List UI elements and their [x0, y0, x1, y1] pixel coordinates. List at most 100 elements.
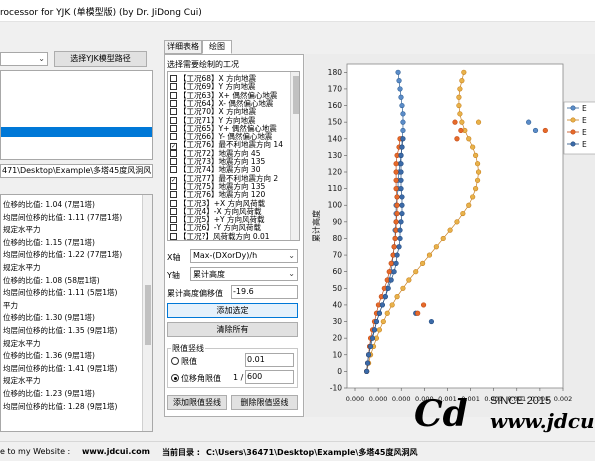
- drift-radio[interactable]: 位移角限值: [171, 373, 221, 384]
- data-point: [399, 202, 405, 208]
- offset-input[interactable]: -19.6: [231, 285, 298, 299]
- data-point: [373, 318, 380, 325]
- checkbox-icon[interactable]: [170, 75, 177, 82]
- data-point: [393, 260, 399, 266]
- checkbox-icon[interactable]: [170, 108, 177, 116]
- data-point: [413, 269, 419, 275]
- checkbox-icon[interactable]: [170, 116, 177, 124]
- selected-list-item[interactable]: [1, 127, 152, 137]
- y-tick-label: 90: [332, 217, 342, 226]
- legend-swatch-marker: [570, 105, 576, 111]
- checkbox-icon[interactable]: [170, 224, 177, 232]
- y-tick-label: -10: [330, 384, 342, 393]
- case-label: 【工况?】风荷载方向 0.01: [179, 231, 270, 241]
- welcome-text: e to my Website :: [0, 447, 71, 456]
- data-point: [415, 310, 421, 316]
- data-point: [466, 136, 472, 142]
- current-dir-label: 当前目录 :: [162, 448, 200, 457]
- y-axis-title: 累计高度: [311, 210, 321, 242]
- chevron-down-icon: ⌄: [38, 54, 45, 63]
- clear-all-button[interactable]: 清除所有: [167, 322, 298, 337]
- checkbox-icon[interactable]: [170, 191, 177, 199]
- site-watermark: Cd SINCE 2015 www.jdcu: [412, 388, 595, 440]
- website-link[interactable]: www.jdcui.com: [82, 447, 150, 456]
- result-line: 位移的比值: 1.08 (58层1塔): [3, 275, 100, 285]
- y-tick-label: 70: [332, 251, 342, 260]
- data-point: [393, 169, 399, 175]
- status-bar: e to my Website : www.jdcui.com 当前目录 : C…: [0, 441, 595, 461]
- checkbox-icon[interactable]: [170, 199, 177, 207]
- y-tick-label: 130: [328, 151, 343, 160]
- checkbox-icon[interactable]: [170, 91, 177, 99]
- data-point: [393, 219, 399, 225]
- data-point: [461, 69, 467, 75]
- x-tick-label: 0.000: [346, 395, 365, 403]
- model-list[interactable]: [0, 70, 153, 160]
- scrollbar-thumb[interactable]: [292, 76, 299, 114]
- y-tick-label: 180: [328, 68, 343, 77]
- drift-input[interactable]: 600: [245, 370, 294, 384]
- result-line: 位移的比值: 1.30 (9层1塔): [3, 313, 95, 323]
- legend-swatch-marker: [570, 129, 576, 135]
- window-title: rocessor for YJK (单模型版) (by Dr. JiDong C…: [0, 8, 202, 18]
- y-tick-label: 160: [328, 101, 343, 110]
- legend-label: E: [582, 104, 587, 113]
- data-point: [400, 127, 406, 134]
- checkbox-icon[interactable]: [170, 166, 177, 174]
- add-selected-button[interactable]: 添加选定: [167, 303, 298, 318]
- data-point: [379, 302, 385, 308]
- data-point: [384, 310, 390, 316]
- data-point: [459, 119, 465, 125]
- checkbox-icon[interactable]: [170, 207, 177, 215]
- data-point: [420, 302, 427, 308]
- checkbox-icon[interactable]: [170, 182, 177, 190]
- data-point: [470, 144, 476, 150]
- data-point: [456, 94, 462, 100]
- path-field[interactable]: 471\Desktop\Example\多塔45度风洞风: [0, 164, 153, 178]
- data-point: [371, 327, 378, 333]
- checkbox-icon[interactable]: [170, 216, 177, 224]
- y-tick-label: 140: [328, 134, 343, 143]
- remove-limit-line-button[interactable]: 删除限值竖线: [231, 395, 298, 410]
- offset-label: 累计高度偏移值: [167, 289, 223, 298]
- data-point: [376, 327, 382, 333]
- checkbox-icon[interactable]: [170, 158, 177, 165]
- x-tick-label: 0.000: [392, 395, 411, 403]
- data-point: [395, 69, 401, 75]
- tab-plot[interactable]: 绘图: [202, 40, 232, 54]
- data-point: [454, 219, 460, 225]
- case-item[interactable]: 【工况?】风荷载方向 0.01: [170, 231, 270, 241]
- y-axis-select[interactable]: 累计高度 ⌄: [190, 267, 298, 281]
- model-select-dropdown[interactable]: ⌄: [0, 52, 48, 66]
- scrollbar-thumb[interactable]: [145, 285, 151, 345]
- result-line: 规定水平力: [3, 338, 41, 348]
- data-point: [398, 152, 404, 158]
- checkbox-icon[interactable]: [170, 149, 177, 157]
- case-list-scrollbar[interactable]: [290, 72, 299, 240]
- tab-details[interactable]: 详细表格: [164, 40, 202, 54]
- data-point: [394, 294, 400, 300]
- data-point: [532, 127, 539, 134]
- x-axis-select[interactable]: Max-(DXorDy)/h ⌄: [190, 249, 298, 263]
- case-list[interactable]: 【工况68】X 方向地震 【工况69】Y 方向地震 【工况63】X+ 偶然偏心地震【…: [167, 71, 300, 241]
- data-point: [457, 86, 463, 92]
- result-text-box[interactable]: 位移的比值: 1.04 (7层1塔) 均层间位移的比值: 1.11 (77层1塔)…: [0, 194, 153, 432]
- drift-chart: -10 0 10 20 30 40 50 60 70 80 90 100 110 120 130 140 150…: [311, 63, 595, 403]
- checkbox-icon[interactable]: [170, 232, 177, 240]
- limit-input[interactable]: 0.01: [245, 353, 294, 367]
- result-scrollbar[interactable]: [142, 195, 152, 431]
- limit-radio[interactable]: 限值: [171, 356, 197, 367]
- result-line: 位移的比值: 1.23 (9层1塔): [3, 389, 95, 398]
- select-model-path-button[interactable]: 选择YJK模型路径: [54, 51, 147, 67]
- data-point: [475, 119, 482, 125]
- checkbox-icon[interactable]: [170, 133, 177, 141]
- data-point: [452, 119, 458, 125]
- add-limit-line-button[interactable]: 添加限值竖线: [167, 395, 227, 410]
- checkbox-icon[interactable]: [170, 99, 177, 107]
- legend-label: E: [582, 128, 587, 137]
- x-axis-value: Max-(DXorDy)/h: [193, 251, 258, 260]
- plot-frame: [346, 63, 564, 389]
- limit-option-label: 限值: [181, 357, 197, 366]
- checkbox-icon[interactable]: [170, 83, 177, 91]
- checkbox-icon[interactable]: [170, 124, 177, 132]
